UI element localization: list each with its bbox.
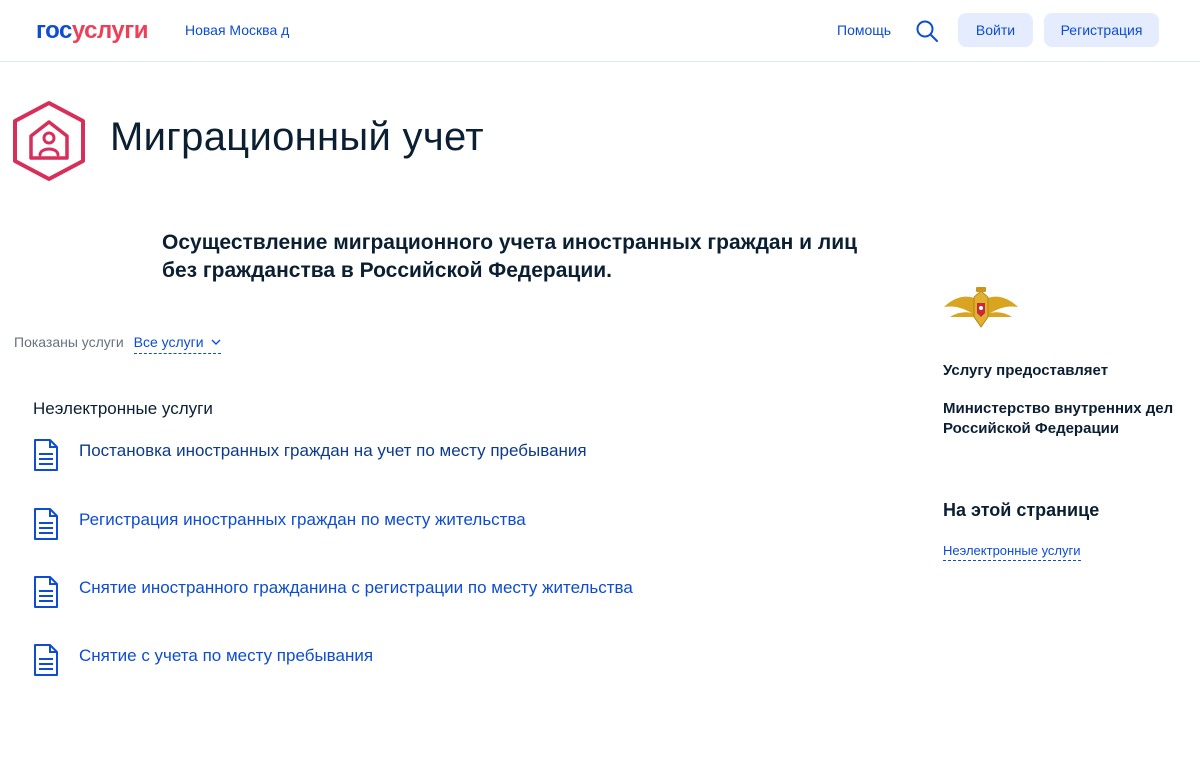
service-item[interactable]: Снятие с учета по месту пребывания — [33, 643, 733, 683]
document-icon — [34, 508, 58, 540]
logo-part-gos: гос — [36, 17, 72, 44]
site-header: госуслуги Новая Москва д Помощь Войти Ре… — [0, 0, 1200, 62]
filter-label: Показаны услуги — [14, 334, 124, 350]
filter-selected-value: Все услуги — [133, 334, 204, 350]
service-link[interactable]: Регистрация иностранных граждан по месту… — [79, 509, 526, 531]
service-description: Осуществление миграционного учета иностр… — [162, 231, 858, 282]
help-link[interactable]: Помощь — [837, 21, 891, 39]
home-person-hexagon-icon — [11, 100, 87, 182]
mvd-emblem-icon — [942, 283, 1020, 331]
provider-name: Министерство внутренних дел Российской Ф… — [943, 400, 1174, 437]
filter-dropdown[interactable]: Все услуги — [133, 333, 222, 354]
search-button[interactable] — [915, 19, 939, 43]
document-icon — [34, 576, 58, 608]
search-icon — [916, 20, 938, 42]
gosuslugi-logo[interactable]: госуслуги — [36, 17, 149, 45]
service-link[interactable]: Постановка иностранных граждан на учет п… — [79, 440, 587, 462]
toc-link-nonelectronic[interactable]: Неэлектронные услуги — [943, 543, 1081, 561]
service-link[interactable]: Снятие с учета по месту пребывания — [79, 645, 373, 667]
service-item[interactable]: Снятие иностранного гражданина с регистр… — [33, 575, 733, 615]
provider-label: Услугу предоставляет — [943, 362, 1109, 379]
section-title-nonelectronic: Неэлектронные услуги — [33, 399, 213, 418]
logo-part-uslugi: услуги — [71, 17, 149, 44]
document-icon — [34, 439, 58, 471]
location-selector[interactable]: Новая Москва д — [185, 21, 289, 39]
page-title: Миграционный учет — [110, 115, 484, 159]
services-filter: Показаны услуги Все услуги — [14, 333, 222, 354]
service-item[interactable]: Постановка иностранных граждан на учет п… — [33, 438, 733, 478]
service-item[interactable]: Регистрация иностранных граждан по месту… — [33, 507, 733, 547]
register-button[interactable]: Регистрация — [1044, 13, 1159, 47]
chevron-down-icon — [211, 339, 221, 345]
login-button[interactable]: Войти — [958, 13, 1033, 47]
service-link[interactable]: Снятие иностранного гражданина с регистр… — [79, 577, 633, 599]
document-icon — [34, 644, 58, 676]
toc-title: На этой странице — [943, 500, 1100, 520]
